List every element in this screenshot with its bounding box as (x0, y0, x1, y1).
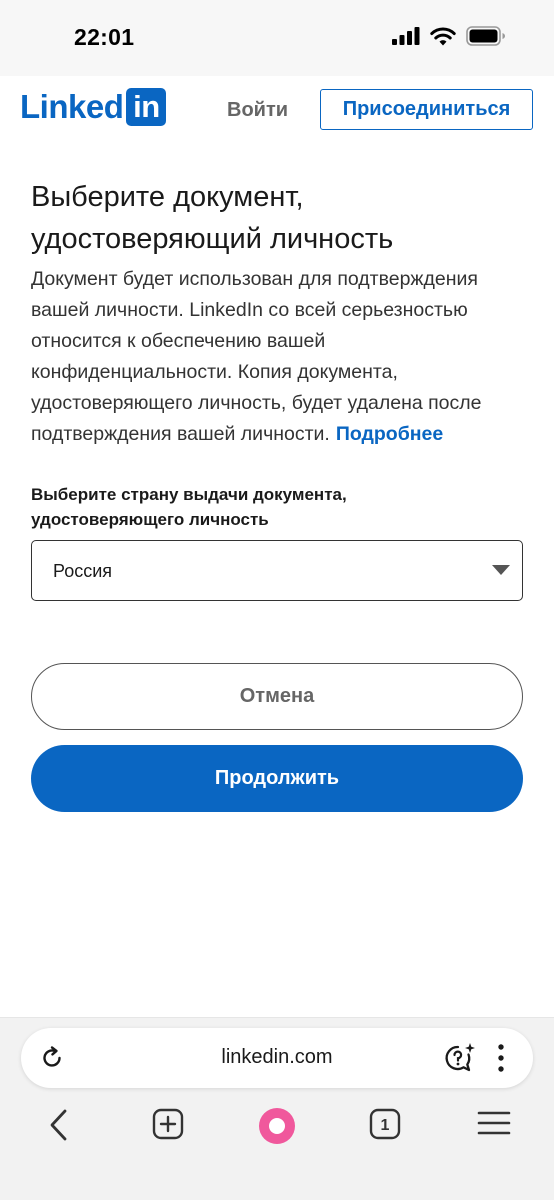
logo-in-box: in (126, 88, 167, 126)
continue-button[interactable]: Продолжить (31, 745, 523, 812)
learn-more-link[interactable]: Подробнее (336, 423, 443, 445)
logo-text: Linked (20, 88, 124, 125)
tabs-icon[interactable]: 1 (369, 1108, 401, 1145)
page-description: Документ будет использован для подтвержд… (31, 264, 531, 450)
back-icon[interactable] (46, 1108, 72, 1147)
assistant-icon[interactable] (443, 1042, 477, 1079)
description-text: Документ будет использован для подтвержд… (31, 268, 482, 445)
linkedin-logo[interactable]: Linked in (20, 88, 167, 126)
status-time: 22:01 (74, 24, 135, 50)
menu-icon[interactable] (477, 1108, 511, 1143)
signin-link[interactable]: Войти (227, 99, 288, 122)
more-icon[interactable] (497, 1043, 505, 1078)
join-button[interactable]: Присоединиться (320, 89, 533, 130)
page-title: Выберите документ, удостоверяющий личнос… (31, 181, 394, 255)
country-select-value: Россия (53, 561, 113, 581)
wifi-icon (430, 27, 456, 51)
site-header: Linked in Войти Присоединиться (0, 76, 554, 144)
home-indicator-area (0, 1178, 554, 1200)
new-tab-icon[interactable] (152, 1108, 184, 1145)
status-bar: 22:01 (0, 0, 554, 76)
chevron-down-icon (492, 565, 510, 575)
browser-nav-row: 1 (0, 1100, 554, 1160)
status-icons (392, 26, 506, 51)
alice-icon[interactable] (257, 1106, 297, 1151)
signal-icon (392, 27, 420, 50)
battery-icon (466, 26, 506, 51)
country-select[interactable]: Россия (31, 540, 523, 601)
country-label: Выберите страну выдачи документа, удосто… (31, 485, 347, 529)
address-bar[interactable]: linkedin.com (21, 1028, 533, 1088)
cancel-button[interactable]: Отмена (31, 663, 523, 730)
tabs-count: 1 (381, 1117, 390, 1134)
